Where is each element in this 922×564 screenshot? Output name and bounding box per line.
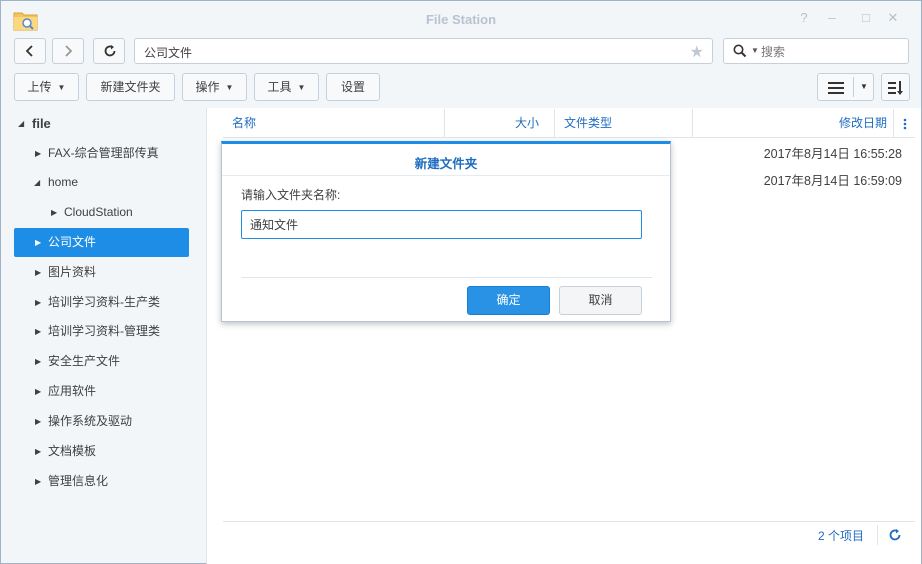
column-header-name[interactable]: 名称 (223, 109, 445, 137)
caret-right-icon[interactable]: ▶ (35, 288, 41, 317)
tree-item[interactable]: ▶ 操作系统及驱动 (14, 407, 189, 436)
view-mode-button[interactable]: ▼ (817, 73, 874, 101)
list-view-icon (828, 82, 844, 94)
row-modified-date: 2017年8月14日 16:55:28 (763, 147, 902, 161)
tree-item[interactable]: ▶ 培训学习资料-生产类 (14, 288, 189, 317)
column-header-type[interactable]: 文件类型 (555, 109, 693, 137)
caret-right-icon[interactable]: ▶ (35, 377, 41, 406)
sort-button[interactable] (881, 73, 910, 101)
tools-label: 工具 (267, 80, 292, 94)
path-bar[interactable]: 公司文件 ★ (134, 38, 713, 64)
settings-label: 设置 (340, 80, 365, 94)
refresh-icon[interactable] (888, 528, 902, 542)
row-modified-date: 2017年8月14日 16:59:09 (763, 174, 902, 188)
search-box[interactable]: ▼ (723, 38, 909, 64)
upload-button[interactable]: 上传 ▼ (14, 73, 79, 101)
tree-item-label: 公司文件 (48, 235, 97, 249)
caret-right-icon[interactable]: ▶ (35, 407, 41, 436)
caret-right-icon[interactable]: ▶ (35, 139, 41, 168)
tree-item-label: 操作系统及驱动 (48, 414, 133, 428)
new-folder-dialog: 新建文件夹 请输入文件夹名称: 确定 取消 (221, 141, 671, 322)
tree-item[interactable]: ◢ home (14, 168, 189, 197)
chevron-down-icon: ▼ (860, 82, 868, 91)
caret-right-icon[interactable]: ▶ (35, 347, 41, 376)
sort-icon (888, 81, 903, 95)
cancel-button[interactable]: 取消 (559, 286, 642, 315)
header-divider (223, 137, 915, 138)
action-button[interactable]: 操作 ▼ (182, 73, 247, 101)
tree-item[interactable]: ▶ 图片资料 (14, 258, 189, 287)
ok-button[interactable]: 确定 (467, 286, 550, 315)
footer-divider (223, 521, 915, 522)
tree-item-selected[interactable]: ▶ 公司文件 (14, 228, 189, 257)
column-header-size[interactable]: 大小 (445, 109, 555, 137)
dialog-divider (241, 277, 652, 278)
search-dropdown-icon[interactable]: ▼ (751, 46, 759, 55)
tools-button[interactable]: 工具 ▼ (254, 73, 319, 101)
folder-name-input[interactable] (241, 210, 642, 239)
refresh-icon (104, 45, 116, 57)
tree-item[interactable]: ▶ 安全生产文件 (14, 347, 189, 376)
tree-item-label: FAX-综合管理部传真 (48, 146, 159, 160)
caret-down-icon[interactable]: ◢ (34, 168, 40, 197)
forward-button[interactable] (52, 38, 84, 64)
caret-right-icon[interactable]: ▶ (35, 228, 41, 257)
tree-item-label: 安全生产文件 (48, 354, 121, 368)
tree-item[interactable]: ▶ 培训学习资料-管理类 (14, 317, 189, 346)
tree-item[interactable]: ▶ FAX-综合管理部传真 (14, 139, 189, 168)
close-icon[interactable]: ✕ (885, 10, 901, 26)
upload-label: 上传 (27, 80, 52, 94)
minimize-icon[interactable]: – (824, 10, 840, 26)
star-icon[interactable]: ★ (690, 42, 704, 62)
chevron-down-icon: ▼ (57, 83, 66, 92)
caret-right-icon[interactable]: ▶ (35, 437, 41, 466)
tree-item-label: 图片资料 (48, 265, 97, 279)
back-button[interactable] (14, 38, 46, 64)
caret-right-icon[interactable]: ▶ (35, 258, 41, 287)
tree-item-label: 培训学习资料-生产类 (48, 295, 160, 309)
column-divider (893, 109, 894, 137)
tree-item-label: CloudStation (64, 205, 133, 219)
tree-item[interactable]: ▶ CloudStation (14, 198, 189, 227)
tree-root-file[interactable]: ◢ file (14, 109, 189, 138)
maximize-icon[interactable]: □ (858, 10, 874, 26)
tree-item[interactable]: ▶ 应用软件 (14, 377, 189, 406)
chevron-right-icon (65, 45, 73, 57)
tree-item[interactable]: ▶ 文档模板 (14, 437, 189, 466)
caret-right-icon[interactable]: ▶ (35, 467, 41, 496)
help-icon[interactable]: ? (796, 10, 812, 26)
action-label: 操作 (195, 80, 220, 94)
tree-item[interactable]: ▶ 管理信息化 (14, 467, 189, 496)
tree-item-label: home (48, 175, 79, 189)
column-options-icon[interactable] (903, 118, 907, 130)
column-header-modified[interactable]: 修改日期 (693, 109, 893, 137)
caret-down-icon[interactable]: ◢ (18, 109, 24, 138)
tree-item-label: 培训学习资料-管理类 (48, 324, 160, 338)
tree-item-label: 应用软件 (48, 384, 97, 398)
caret-right-icon[interactable]: ▶ (51, 198, 57, 227)
title-bar: File Station ? – □ ✕ (1, 1, 921, 35)
folder-tree: ◢ file ▶ FAX-综合管理部传真 ◢ home ▶ CloudStation … (1, 108, 206, 563)
window-title: File Station (425, 12, 497, 27)
footer-divider-vertical (877, 525, 878, 545)
search-icon (733, 44, 747, 58)
chevron-down-icon: ▼ (297, 83, 306, 92)
refresh-button[interactable] (93, 38, 125, 64)
dialog-title: 新建文件夹 (414, 157, 478, 171)
folder-name-label: 请输入文件夹名称: (241, 188, 341, 202)
chevron-left-icon (25, 45, 33, 57)
search-input[interactable] (761, 43, 901, 61)
item-count: 2 个项目 (818, 529, 865, 543)
tree-item-label: 文档模板 (48, 444, 97, 458)
settings-button[interactable]: 设置 (326, 73, 380, 101)
tree-item-label: 管理信息化 (48, 474, 109, 488)
path-text: 公司文件 (144, 46, 193, 60)
chevron-down-icon: ▼ (225, 83, 234, 92)
dialog-divider (222, 175, 670, 176)
caret-right-icon[interactable]: ▶ (35, 317, 41, 346)
new-folder-button[interactable]: 新建文件夹 (86, 73, 175, 101)
file-station-window: File Station ? – □ ✕ 公司文件 ★ ▼ 上传 ▼ 新建文件夹 … (0, 0, 922, 564)
tree-root-label: file (32, 116, 51, 131)
new-folder-label: 新建文件夹 (100, 80, 161, 94)
